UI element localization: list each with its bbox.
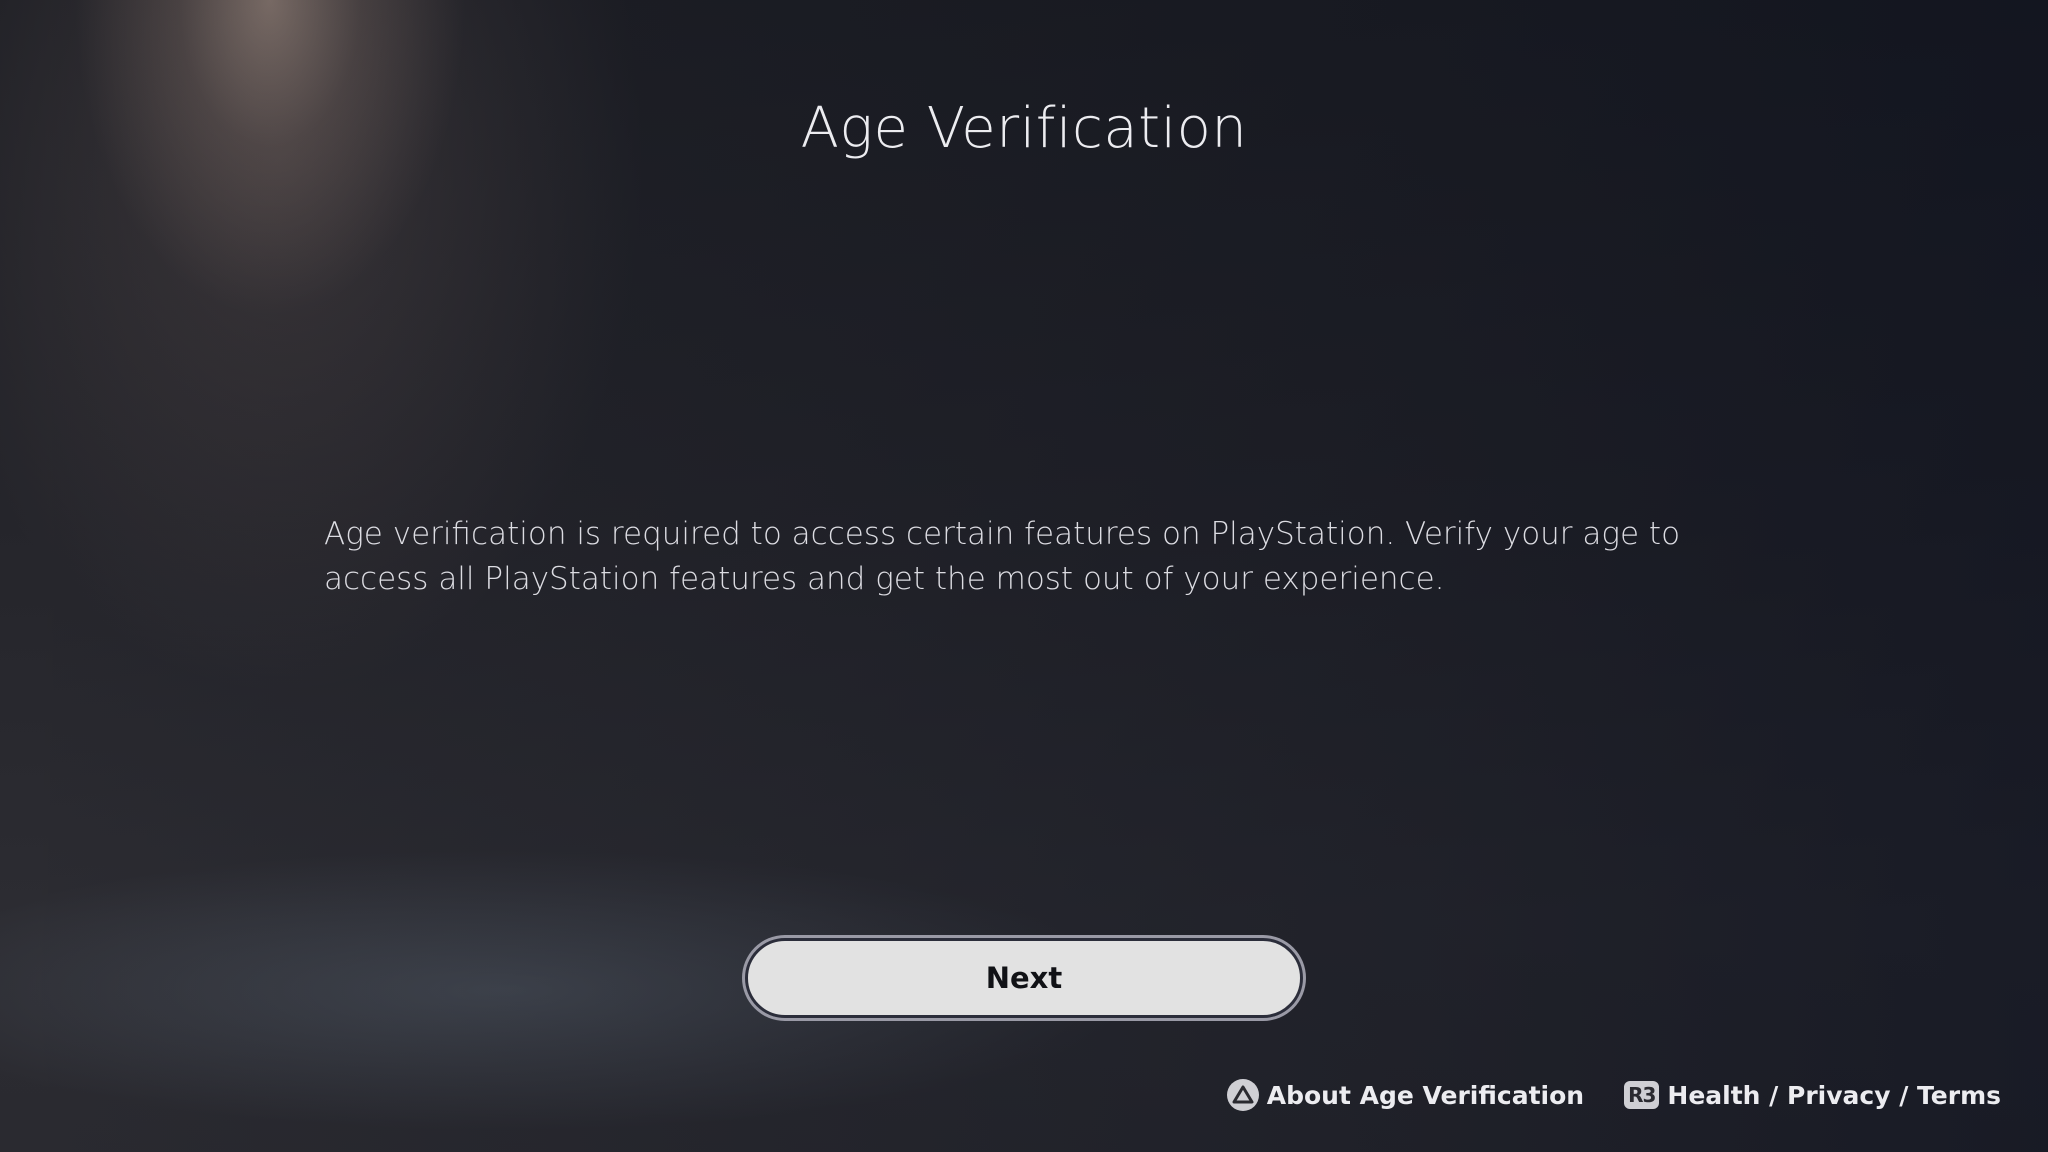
page-title: Age Verification [800, 96, 1248, 161]
next-button[interactable]: Next [745, 938, 1303, 1018]
description-text: Age verification is required to access c… [324, 516, 1681, 597]
footer-hints: About Age Verification R3 Health / Priva… [1226, 1079, 2001, 1111]
next-button-label: Next [985, 961, 1063, 995]
triangle-button-icon [1226, 1079, 1259, 1111]
about-age-verification-hint[interactable]: About Age Verification [1226, 1079, 1585, 1111]
health-privacy-terms-hint[interactable]: R3 Health / Privacy / Terms [1624, 1081, 2001, 1110]
r3-button-icon: R3 [1624, 1081, 1660, 1109]
about-age-verification-label: About Age Verification [1266, 1080, 1585, 1110]
health-privacy-terms-label: Health / Privacy / Terms [1667, 1080, 2001, 1110]
